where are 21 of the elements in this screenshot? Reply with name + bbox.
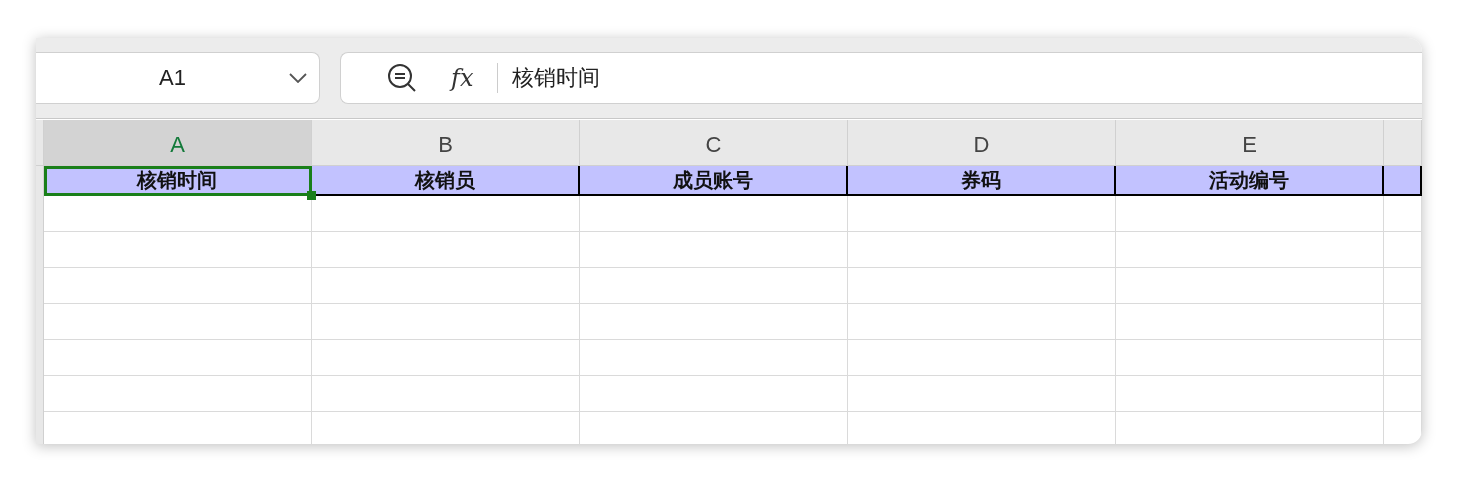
row-header[interactable] <box>36 166 44 196</box>
table-cell[interactable]: 核销员 <box>312 166 580 196</box>
column-header[interactable]: E <box>1116 120 1384 166</box>
fill-handle[interactable] <box>307 191 316 200</box>
cell-reference: A1 <box>158 65 187 91</box>
column-header[interactable]: B <box>312 120 580 166</box>
table-cell[interactable]: 成员账号 <box>580 166 848 196</box>
table-cell[interactable]: 券码 <box>848 166 1116 196</box>
table-cell[interactable] <box>1384 166 1422 196</box>
column-header[interactable]: D <box>848 120 1116 166</box>
table-cell[interactable]: 核销时间 <box>44 166 312 196</box>
table-cell[interactable]: 活动编号 <box>1116 166 1384 196</box>
name-box[interactable]: A1 <box>36 52 320 104</box>
chevron-down-icon[interactable] <box>289 73 307 83</box>
formula-bar[interactable]: fx 核销时间 <box>340 52 1422 104</box>
column-header[interactable]: A <box>44 120 312 166</box>
function-button[interactable]: fx <box>451 64 474 92</box>
formula-value: 核销时间 <box>512 64 601 92</box>
zoom-out-icon[interactable] <box>387 63 417 93</box>
row-header[interactable] <box>36 412 44 444</box>
column-header[interactable]: C <box>580 120 848 166</box>
